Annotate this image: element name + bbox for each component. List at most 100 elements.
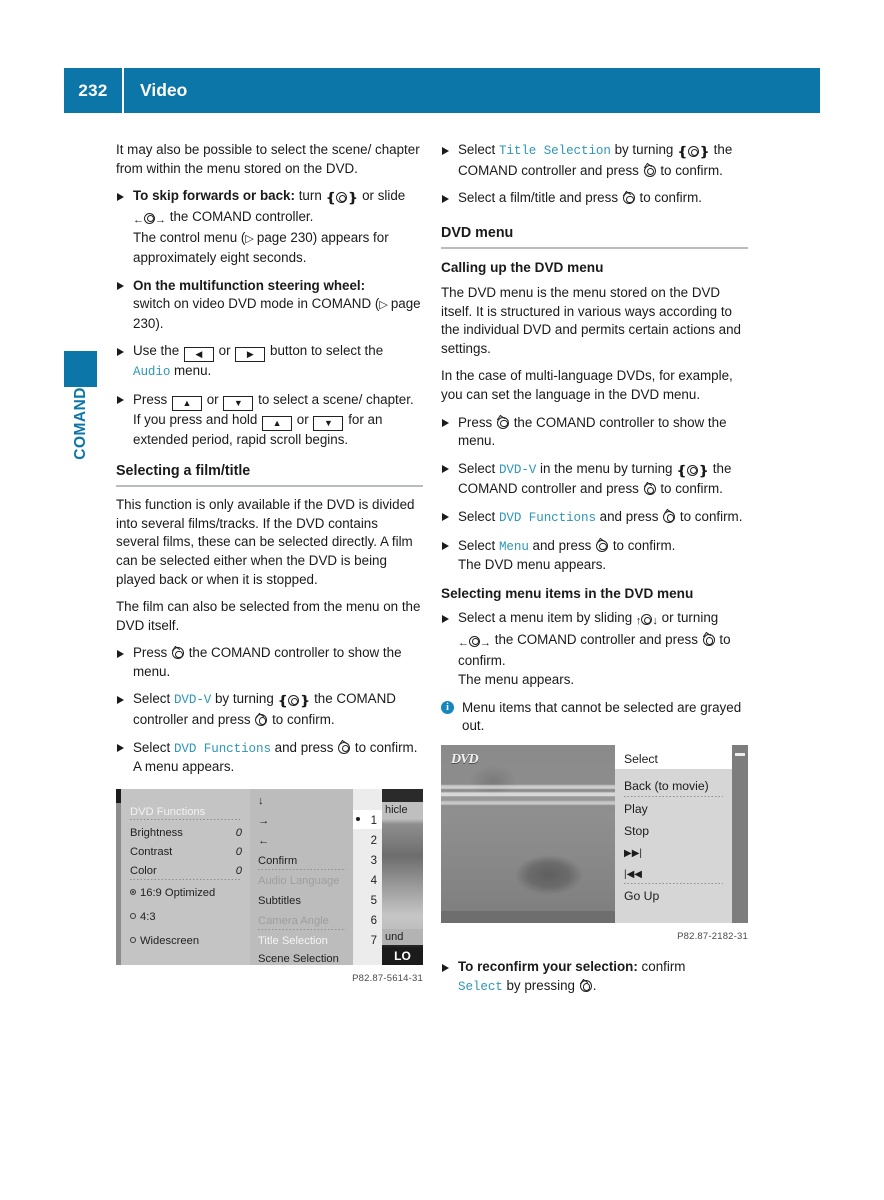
controller-press-icon [496, 416, 509, 429]
menu-item-stop[interactable]: Stop [624, 822, 649, 841]
menu-item-previous-track[interactable]: |◀◀ [624, 866, 642, 885]
aspect-option-widescreen[interactable]: Widescreen [130, 932, 242, 951]
button-down-icon[interactable]: ▼ [223, 395, 254, 411]
button-up-icon[interactable]: ▲ [262, 415, 293, 431]
scrollbar[interactable] [732, 744, 748, 923]
bullet-text-2: and press [532, 537, 592, 553]
ui-term-dvd-functions: DVD Functions [498, 510, 596, 525]
bullet-select-menu: Select Menu and press to confirm. The DV… [441, 537, 748, 575]
section-heading-selecting-a-film: Selecting a film/title [116, 462, 251, 479]
bullet-text-2: or [218, 343, 231, 359]
dvd-logo: DVD [451, 751, 479, 767]
ui-term-title-selection: Title Selection [498, 144, 611, 158]
setting-brightness[interactable]: Brightness 0 [130, 824, 242, 843]
number-item-3[interactable]: 3 [353, 852, 382, 871]
button-down-icon[interactable]: ▼ [313, 415, 344, 431]
still-bottom-band [441, 910, 615, 923]
bullet-text-4: to confirm. [660, 481, 723, 497]
controller-press-icon [255, 714, 268, 727]
number-item-4[interactable]: 4 [353, 872, 382, 891]
divider [258, 928, 346, 930]
intro-paragraph: It may also be possible to select the sc… [116, 142, 420, 176]
bullet-lead: To reconfirm your selection: [458, 959, 638, 975]
dvd-video-still [441, 744, 615, 923]
bullet-text-2: by turning [214, 691, 274, 707]
controller-press-icon [643, 164, 656, 177]
video-label-bottom: und [382, 928, 423, 945]
aspect-label: 4:3 [140, 910, 156, 923]
menu-item-back-to-movie[interactable]: Back (to movie) [624, 777, 709, 796]
bullet-text-4: to confirm. [660, 162, 723, 178]
menu-item-next-track[interactable]: ▶▶| [624, 845, 642, 864]
knob-slide-vertical-icon: ↑ ↓ [635, 614, 658, 628]
bullet-text-3: the COMAND controller. [169, 208, 314, 224]
bullet-text-3: the COMAND controller and press [494, 631, 698, 647]
sub-text-a: The control menu ( [133, 230, 246, 246]
page-ref-icon: ▷ [245, 233, 257, 246]
bullet-text-1: Select [133, 691, 171, 707]
info-note-text: Menu items that cannot be selected are g… [462, 699, 742, 734]
menu-item-go-up[interactable]: Go Up [624, 887, 659, 906]
bullet-subtext: If you press and hold ▲ or ▼ for an exte… [133, 411, 423, 450]
menu-item-select[interactable]: Select [624, 750, 658, 769]
menu-item-right-arrow[interactable]: → [258, 812, 348, 831]
menu-item-left-arrow[interactable]: ← [258, 832, 348, 851]
menu-item-scene-selection[interactable]: Scene Selection [258, 950, 348, 965]
menu-item-title-selection[interactable]: Title Selection [258, 932, 348, 951]
setting-contrast[interactable]: Contrast 0 [130, 843, 242, 862]
bullet-text-1: confirm [641, 959, 686, 975]
knob-turn-icon: ❴ ❵ [325, 190, 359, 206]
knob-slide-horizontal-icon: ← → [458, 635, 491, 649]
scrollbar-thumb[interactable] [735, 752, 745, 756]
number-label: 1 [370, 814, 377, 827]
bullet-subtext: A menu appears. [133, 759, 235, 775]
dvd-menu-list: Select Back (to movie) Play Stop ▶▶| |◀◀… [615, 744, 732, 923]
menu-item-down-arrow[interactable]: ↓ [258, 792, 348, 811]
divider [624, 795, 723, 797]
controller-press-icon [663, 510, 676, 523]
bullet-use-left-right-button: Use the ◀ or ▶ button to select the Audi… [116, 342, 423, 382]
bullet-subtext: The control menu (▷ page 230) appears fo… [133, 229, 423, 267]
controller-press-icon [579, 980, 592, 993]
aspect-option-4-3[interactable]: 4:3 [130, 908, 242, 927]
bullet-text-3: to confirm. [679, 508, 743, 524]
bullet-text-3: button to select the [270, 343, 384, 359]
bullet-text-1: Select [458, 508, 496, 524]
bullet-press-controller: Press the COMAND controller to show the … [116, 644, 423, 681]
button-up-icon[interactable]: ▲ [171, 395, 202, 411]
sub-text-1: If you press and hold [133, 411, 258, 427]
bullet-text-1: turn [298, 188, 322, 204]
menu-item-confirm[interactable]: Confirm [258, 852, 348, 871]
bullet-subtext: Select by pressing . [458, 977, 748, 997]
number-item-2[interactable]: 2 [353, 832, 382, 851]
number-item-6[interactable]: 6 [353, 912, 382, 931]
bullet-text-1: Press [458, 414, 493, 430]
chapter-tab-marker [64, 351, 97, 387]
bullet-skip-forwards-back: To skip forwards or back: turn ❴ ❵ or sli… [116, 187, 423, 267]
radio-unselected-icon [130, 936, 136, 943]
button-right-icon[interactable]: ▶ [235, 347, 266, 363]
knob-slide-horizontal-icon: ← → [133, 212, 166, 226]
setting-color[interactable]: Color 0 [130, 862, 242, 881]
bullet-lead: To skip forwards or back: [133, 188, 295, 204]
button-left-icon[interactable]: ◀ [183, 347, 214, 363]
bullet-select-dvd-v: Select DVD-V by turning ❴ ❵ the COMAND co… [116, 690, 423, 729]
selected-dot-icon [356, 816, 360, 821]
number-item-1[interactable]: 1 [353, 812, 382, 831]
ui-term-select: Select [458, 980, 503, 995]
bullet-text-1: Press [133, 645, 168, 661]
menu-item-play[interactable]: Play [624, 800, 648, 819]
video-badge-lo: LO [382, 946, 423, 965]
dvd-functions-screenshot: hicle und LO DVD Functions Brightness 0 … [116, 788, 423, 965]
bullet-text-1: Select [458, 537, 496, 553]
section-heading-dvd-menu: DVD menu [441, 224, 514, 241]
number-item-7[interactable]: 7 [353, 932, 382, 951]
menu-item-subtitles[interactable]: Subtitles [258, 892, 348, 911]
number-item-5[interactable]: 5 [353, 892, 382, 911]
figure-caption: P82.87-5614-31 [352, 972, 423, 984]
bullet-lead: On the multifunction steering wheel: [133, 277, 366, 293]
ui-term-audio: Audio [133, 365, 171, 380]
ui-term-dvd-v: DVD-V [498, 462, 537, 477]
aspect-option-16-9[interactable]: 16:9 Optimized [130, 884, 242, 903]
section-rule [116, 485, 423, 488]
